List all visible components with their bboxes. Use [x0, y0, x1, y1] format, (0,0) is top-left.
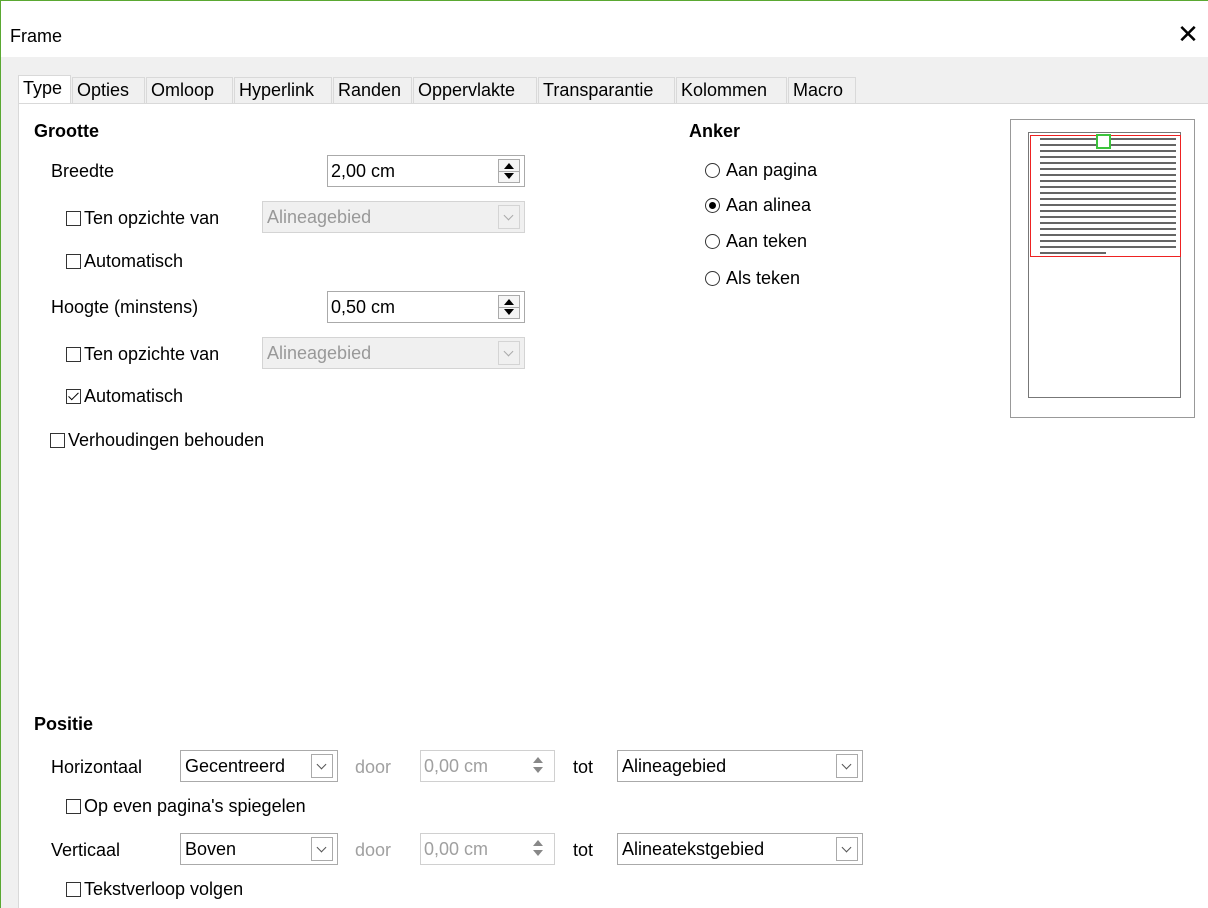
horizontaal-label: Horizontaal	[51, 757, 143, 777]
hoogte-value[interactable]: 0,50 cm	[331, 297, 395, 318]
breedte-spinbox[interactable]: 2,00 cm	[327, 155, 525, 187]
verticaal-select[interactable]: Boven	[180, 833, 338, 865]
preview-frame-outline	[1030, 135, 1181, 257]
mirror-checkbox[interactable]: Op even pagina's spiegelen	[66, 796, 306, 817]
tab-macro[interactable]: Macro	[788, 77, 856, 106]
title-bar: Frame ✕	[1, 1, 1208, 57]
chevron-down-icon[interactable]	[311, 837, 333, 861]
checkbox-checked-icon[interactable]	[66, 389, 81, 404]
horizontaal-door-label: door	[355, 757, 392, 777]
checkbox-icon[interactable]	[66, 211, 81, 226]
tab-transparantie[interactable]: Transparantie	[538, 77, 675, 106]
anchor-radio-character[interactable]: Aan teken	[705, 231, 807, 252]
radio-icon[interactable]	[705, 163, 720, 178]
section-grootte-heading: Grootte	[34, 121, 99, 141]
hoogte-relative-select[interactable]: Alineagebied	[262, 337, 525, 369]
horizontaal-door-spinbox[interactable]: 0,00 cm	[420, 750, 555, 782]
breedte-relative-checkbox[interactable]: Ten opzichte van	[66, 208, 219, 229]
spin-buttons[interactable]	[528, 837, 550, 861]
radio-selected-icon[interactable]	[705, 198, 720, 213]
verticaal-label: Verticaal	[51, 840, 121, 860]
verticaal-tot-label: tot	[573, 840, 594, 860]
section-positie-heading: Positie	[34, 714, 94, 734]
checkbox-icon[interactable]	[66, 254, 81, 269]
breedte-value[interactable]: 2,00 cm	[331, 161, 395, 182]
tab-omloop[interactable]: Omloop	[146, 77, 233, 106]
checkbox-icon[interactable]	[66, 799, 81, 814]
radio-icon[interactable]	[705, 234, 720, 249]
tab-randen[interactable]: Randen	[333, 77, 412, 106]
preview-anchor-marker	[1096, 134, 1111, 149]
checkbox-icon[interactable]	[66, 882, 81, 897]
breedte-label: Breedte	[51, 161, 115, 181]
tab-kolommen[interactable]: Kolommen	[676, 77, 787, 106]
chevron-down-icon[interactable]	[498, 205, 520, 229]
chevron-down-icon[interactable]	[498, 341, 520, 365]
verticaal-door-label: door	[355, 840, 392, 860]
dialog-title: Frame	[10, 26, 63, 46]
hoogte-relative-checkbox[interactable]: Ten opzichte van	[66, 344, 219, 365]
verticaal-tot-select[interactable]: Alineatekstgebied	[617, 833, 863, 865]
verticaal-door-spinbox[interactable]: 0,00 cm	[420, 833, 555, 865]
chevron-down-icon[interactable]	[836, 754, 858, 778]
hoogte-spinbox[interactable]: 0,50 cm	[327, 291, 525, 323]
chevron-down-icon[interactable]	[836, 837, 858, 861]
tab-opties[interactable]: Opties	[72, 77, 145, 106]
follow-text-flow-checkbox[interactable]: Tekstverloop volgen	[66, 879, 243, 900]
hoogte-label: Hoogte (minstens)	[51, 297, 199, 317]
section-anker-heading: Anker	[689, 121, 741, 141]
anchor-radio-as-character[interactable]: Als teken	[705, 268, 800, 289]
horizontaal-tot-label: tot	[573, 757, 594, 777]
tab-oppervlakte[interactable]: Oppervlakte	[413, 77, 537, 106]
spin-buttons[interactable]	[528, 754, 550, 778]
anchor-radio-page[interactable]: Aan pagina	[705, 160, 817, 181]
close-icon[interactable]: ✕	[1173, 19, 1203, 49]
hoogte-spin-buttons[interactable]	[498, 295, 520, 319]
breedte-automatisch-checkbox[interactable]: Automatisch	[66, 251, 183, 272]
checkbox-icon[interactable]	[66, 347, 81, 362]
checkbox-icon[interactable]	[50, 433, 65, 448]
keep-ratio-checkbox[interactable]: Verhoudingen behouden	[50, 430, 264, 451]
breedte-relative-select[interactable]: Alineagebied	[262, 201, 525, 233]
horizontaal-select[interactable]: Gecentreerd	[180, 750, 338, 782]
radio-icon[interactable]	[705, 271, 720, 286]
horizontaal-tot-select[interactable]: Alineagebied	[617, 750, 863, 782]
tab-hyperlink[interactable]: Hyperlink	[234, 77, 332, 106]
chevron-down-icon[interactable]	[311, 754, 333, 778]
breedte-spin-buttons[interactable]	[498, 159, 520, 183]
anchor-radio-paragraph[interactable]: Aan alinea	[705, 195, 811, 216]
hoogte-automatisch-checkbox[interactable]: Automatisch	[66, 386, 183, 407]
